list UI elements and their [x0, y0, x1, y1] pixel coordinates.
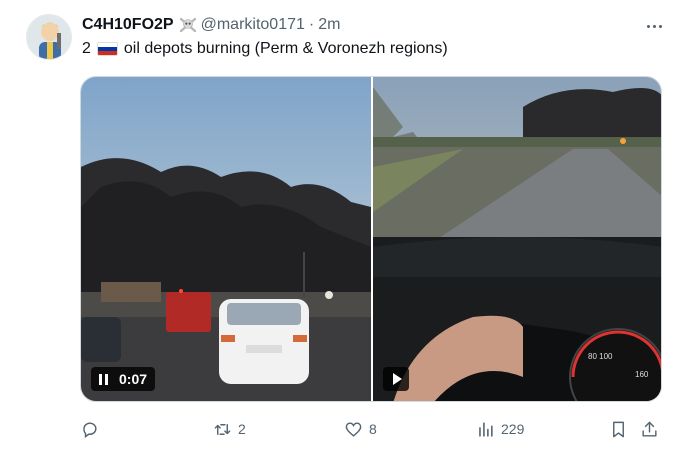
video-duration-badge[interactable]: 0:07: [91, 367, 156, 391]
action-bar: 2 8 229: [80, 418, 662, 440]
reply-button[interactable]: [80, 418, 105, 440]
share-icon: [642, 421, 657, 437]
tweet-text-body: oil depots burning (Perm & Voronezh regi…: [123, 40, 448, 57]
video-duration: 0:07: [119, 371, 148, 387]
bookmark-button[interactable]: [609, 418, 628, 440]
retweet-count: 2: [238, 421, 246, 437]
display-name[interactable]: C4H10FO2P: [82, 16, 174, 34]
more-options-icon[interactable]: [644, 16, 664, 36]
retweet-icon: [214, 423, 231, 435]
retweet-button[interactable]: 2: [213, 418, 246, 440]
like-count: 8: [369, 421, 377, 437]
svg-text:80 100: 80 100: [588, 352, 613, 361]
avatar[interactable]: [26, 14, 72, 60]
skull-crossbones-icon: [179, 16, 197, 34]
russia-flag-icon: [96, 42, 118, 56]
like-button[interactable]: 8: [344, 418, 377, 440]
media-grid: 0:07 80 100 160: [80, 76, 662, 402]
separator-dot: ·: [308, 16, 315, 33]
share-button[interactable]: [640, 418, 659, 440]
pause-icon[interactable]: [99, 373, 111, 385]
flag-stripe-bottom: [97, 50, 117, 55]
tweet-header: C4H10FO2P @markito0171 · 2m: [82, 14, 340, 36]
bookmark-icon: [613, 421, 624, 437]
timestamp[interactable]: 2m: [318, 16, 340, 34]
video-right[interactable]: 80 100 160: [373, 77, 661, 401]
svg-text:160: 160: [635, 370, 649, 379]
heart-icon: [345, 421, 362, 437]
views-count: 229: [501, 421, 525, 437]
tweet-text-number: 2: [82, 40, 91, 57]
user-handle[interactable]: @markito0171: [201, 16, 305, 34]
views-icon: [479, 421, 493, 437]
tweet-card[interactable]: C4H10FO2P @markito0171 · 2m 2 oil depots…: [0, 0, 686, 450]
video-left[interactable]: 0:07: [81, 77, 371, 401]
play-icon[interactable]: [383, 367, 409, 391]
views-button[interactable]: 229: [476, 418, 524, 440]
reply-icon: [83, 421, 97, 438]
tweet-text: 2 oil depots burning (Perm & Voronezh re…: [82, 40, 448, 58]
